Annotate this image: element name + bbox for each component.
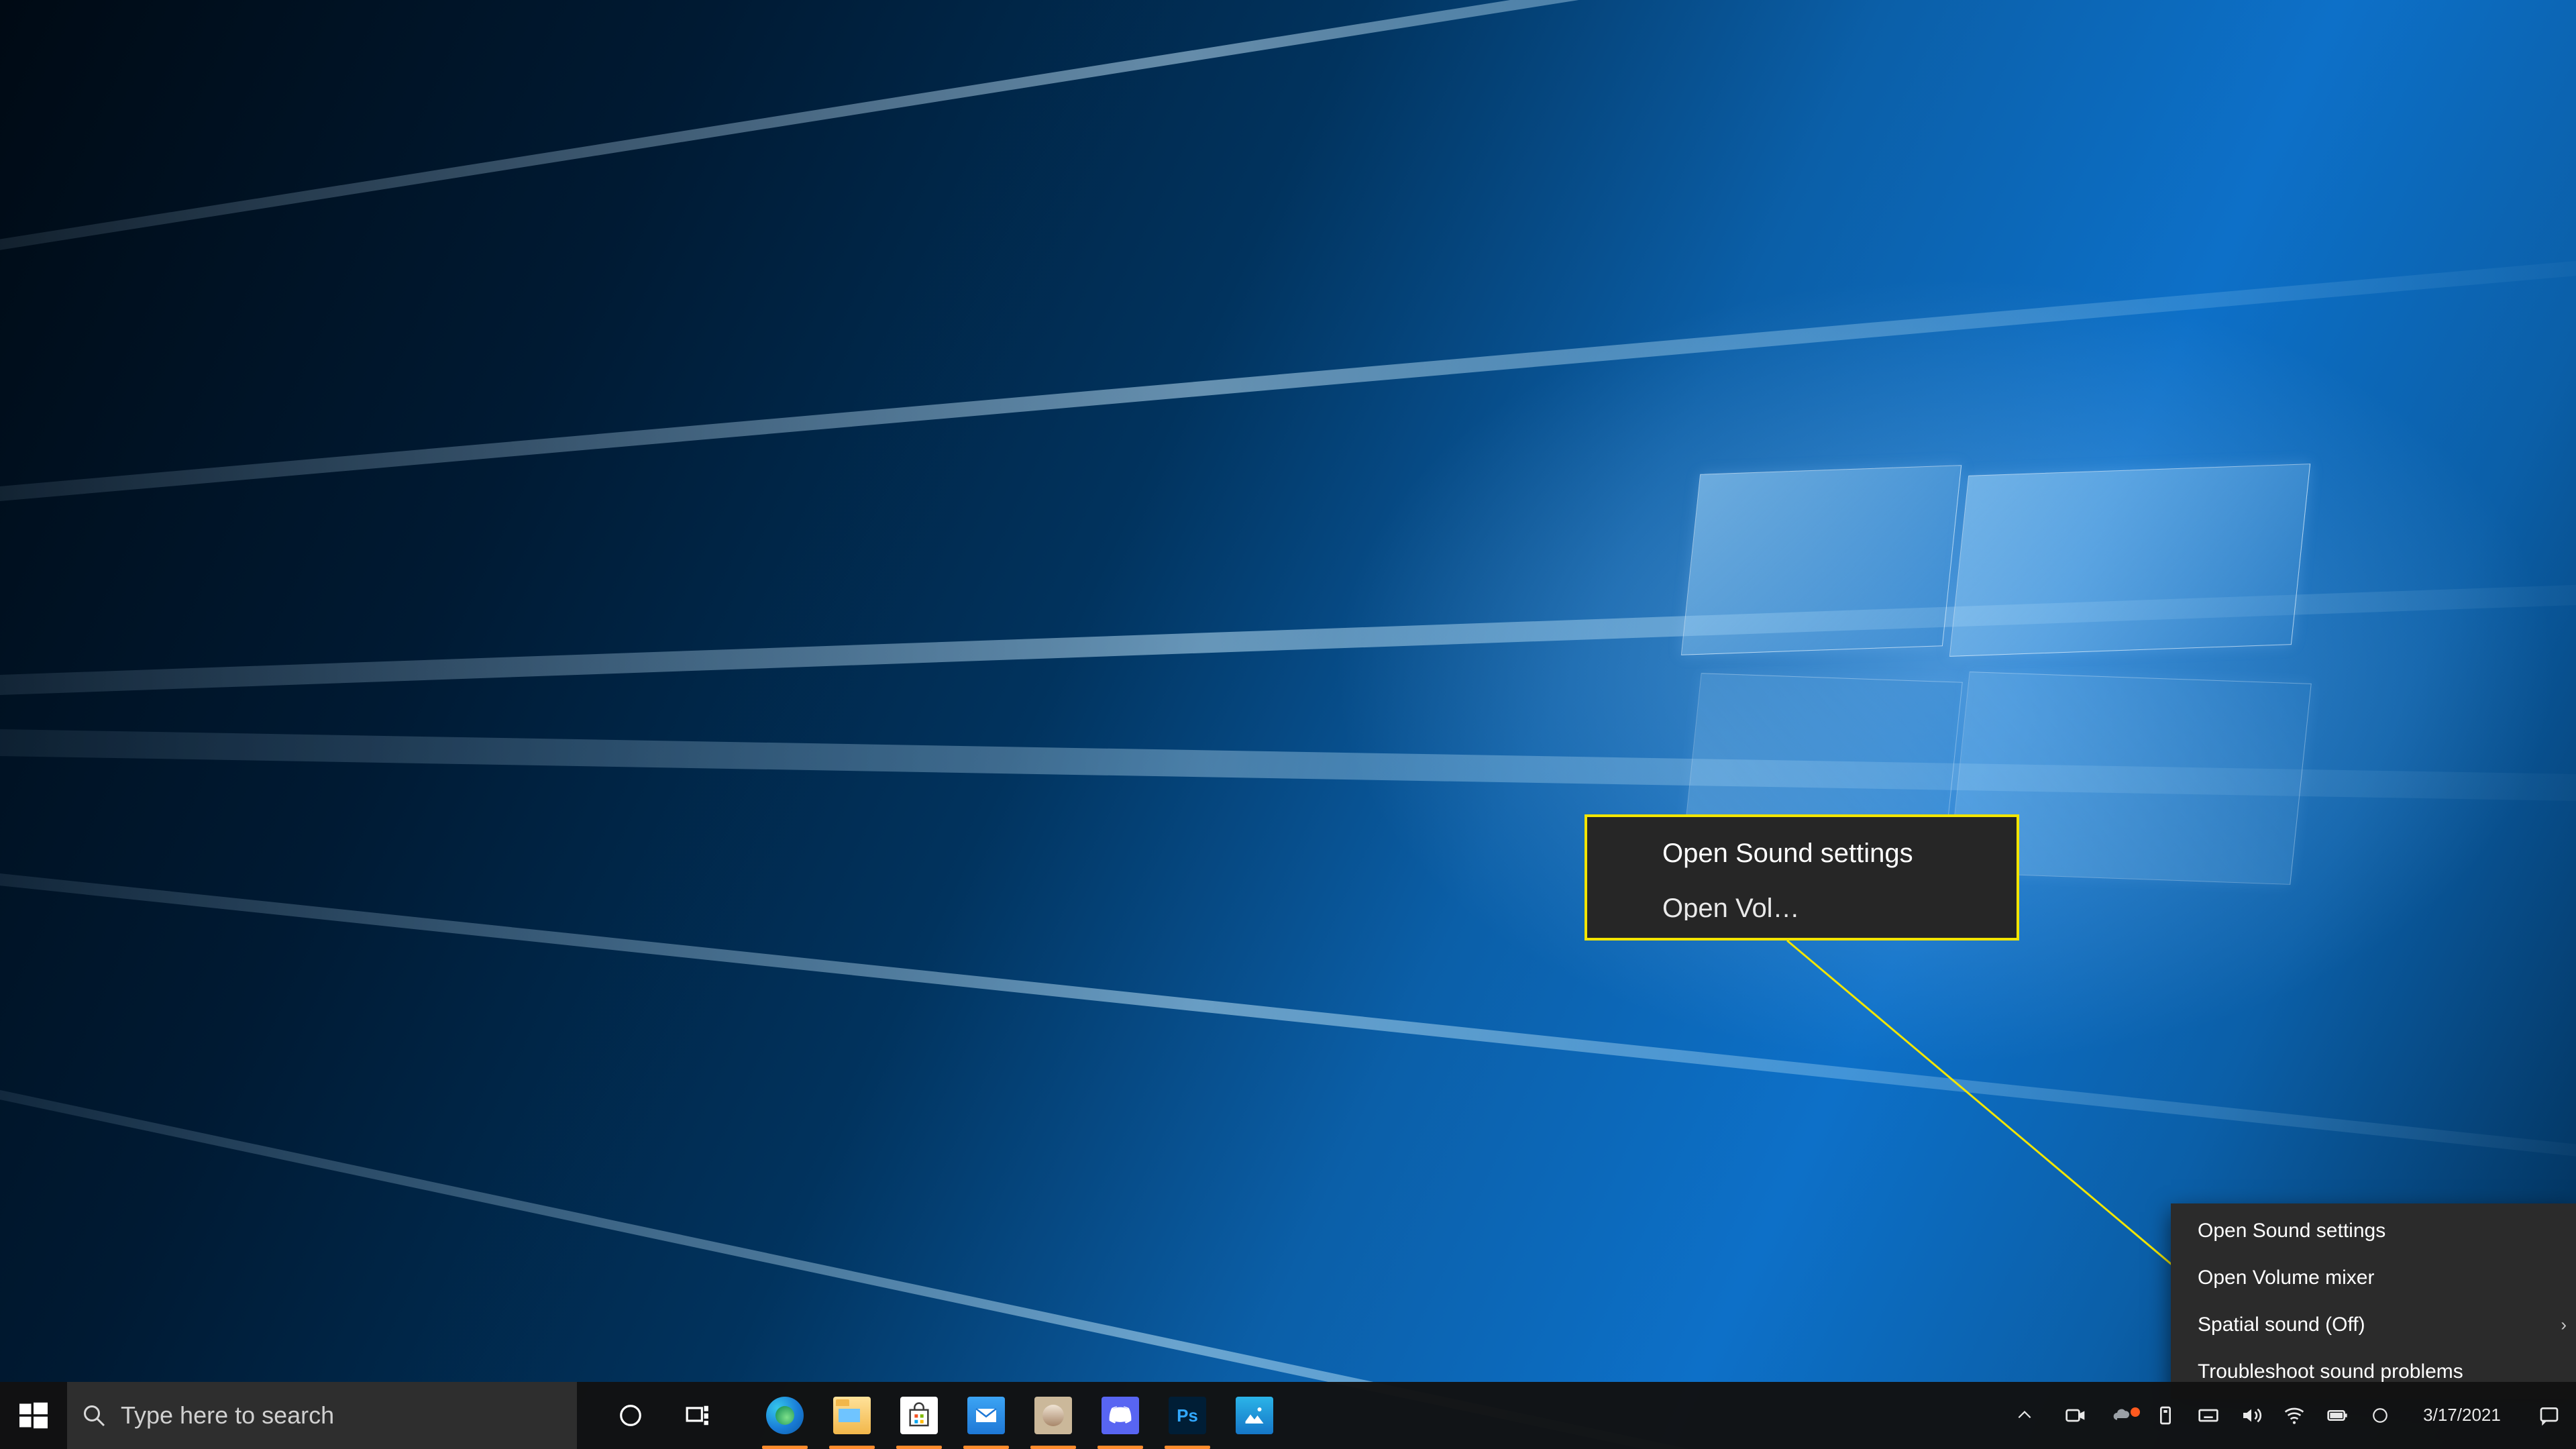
tray-volume[interactable] <box>2230 1405 2273 1426</box>
photoshop-icon: Ps <box>1169 1397 1206 1434</box>
keyboard-icon <box>2198 1405 2219 1426</box>
task-view-button[interactable] <box>664 1382 731 1449</box>
taskbar: Type here to search <box>0 1382 2576 1449</box>
onedrive-icon <box>2112 1405 2133 1426</box>
tray-language[interactable] <box>2359 1407 2402 1424</box>
tray-battery[interactable] <box>2316 1405 2359 1426</box>
cortana-button[interactable] <box>597 1382 664 1449</box>
battery-icon <box>2326 1405 2348 1426</box>
menu-item-label: Open Volume mixer <box>2198 1267 2374 1289</box>
taskbar-clock[interactable]: 3/17/2021 <box>2402 1405 2522 1426</box>
folder-icon <box>833 1397 871 1434</box>
language-icon <box>2371 1407 2389 1424</box>
task-view-icon <box>685 1403 710 1428</box>
meet-now-icon <box>2065 1405 2086 1426</box>
tray-onedrive[interactable] <box>2101 1405 2144 1426</box>
tray-meet-now[interactable] <box>2050 1405 2101 1426</box>
taskbar-app-edge[interactable] <box>751 1382 818 1449</box>
taskbar-date: 3/17/2021 <box>2423 1405 2501 1426</box>
taskbar-app-photos[interactable] <box>1221 1382 1288 1449</box>
notification-icon <box>2538 1405 2560 1426</box>
taskbar-app-file-explorer[interactable] <box>818 1382 885 1449</box>
tray-overflow-button[interactable] <box>1999 1407 2050 1424</box>
taskbar-app-discord[interactable] <box>1087 1382 1154 1449</box>
usb-icon <box>2155 1405 2176 1426</box>
mail-icon <box>967 1397 1005 1434</box>
menu-item-open-sound-settings[interactable]: Open Sound settings <box>2171 1208 2576 1254</box>
start-button[interactable] <box>0 1382 67 1449</box>
search-placeholder: Type here to search <box>121 1401 334 1430</box>
menu-item-label: Spatial sound (Off) <box>2198 1313 2365 1336</box>
wifi-icon <box>2284 1405 2305 1426</box>
discord-icon <box>1102 1397 1139 1434</box>
cortana-ring-icon <box>618 1403 643 1428</box>
speaker-icon <box>2241 1405 2262 1426</box>
store-icon <box>900 1397 938 1434</box>
tray-input-indicator[interactable] <box>2187 1405 2230 1426</box>
taskbar-app-mail[interactable] <box>953 1382 1020 1449</box>
menu-item-open-volume-mixer[interactable]: Open Volume mixer <box>2171 1254 2576 1301</box>
windows-logo-icon <box>19 1401 48 1430</box>
volume-context-menu: Open Sound settings Open Volume mixer Sp… <box>2171 1203 2576 1399</box>
menu-item-spatial-sound[interactable]: Spatial sound (Off) › <box>2171 1301 2576 1348</box>
system-tray: 3/17/2021 <box>1999 1382 2576 1449</box>
chevron-up-icon <box>2016 1407 2033 1424</box>
menu-item-label: Troubleshoot sound problems <box>2198 1360 2463 1383</box>
edge-icon <box>766 1397 804 1434</box>
search-icon <box>82 1403 106 1428</box>
photos-icon <box>1236 1397 1273 1434</box>
taskbar-app-photoshop[interactable]: Ps <box>1154 1382 1221 1449</box>
warning-badge-icon <box>2131 1407 2140 1417</box>
chevron-right-icon: › <box>2561 1315 2567 1336</box>
taskbar-app-microsoft-store[interactable] <box>885 1382 953 1449</box>
tray-network[interactable] <box>2273 1405 2316 1426</box>
search-input[interactable]: Type here to search <box>67 1382 577 1449</box>
tray-usb-eject[interactable] <box>2144 1405 2187 1426</box>
taskbar-app-anime[interactable] <box>1020 1382 1087 1449</box>
anime-avatar-icon <box>1034 1397 1072 1434</box>
menu-item-label: Open Sound settings <box>2198 1220 2385 1242</box>
action-center-button[interactable] <box>2522 1405 2576 1426</box>
